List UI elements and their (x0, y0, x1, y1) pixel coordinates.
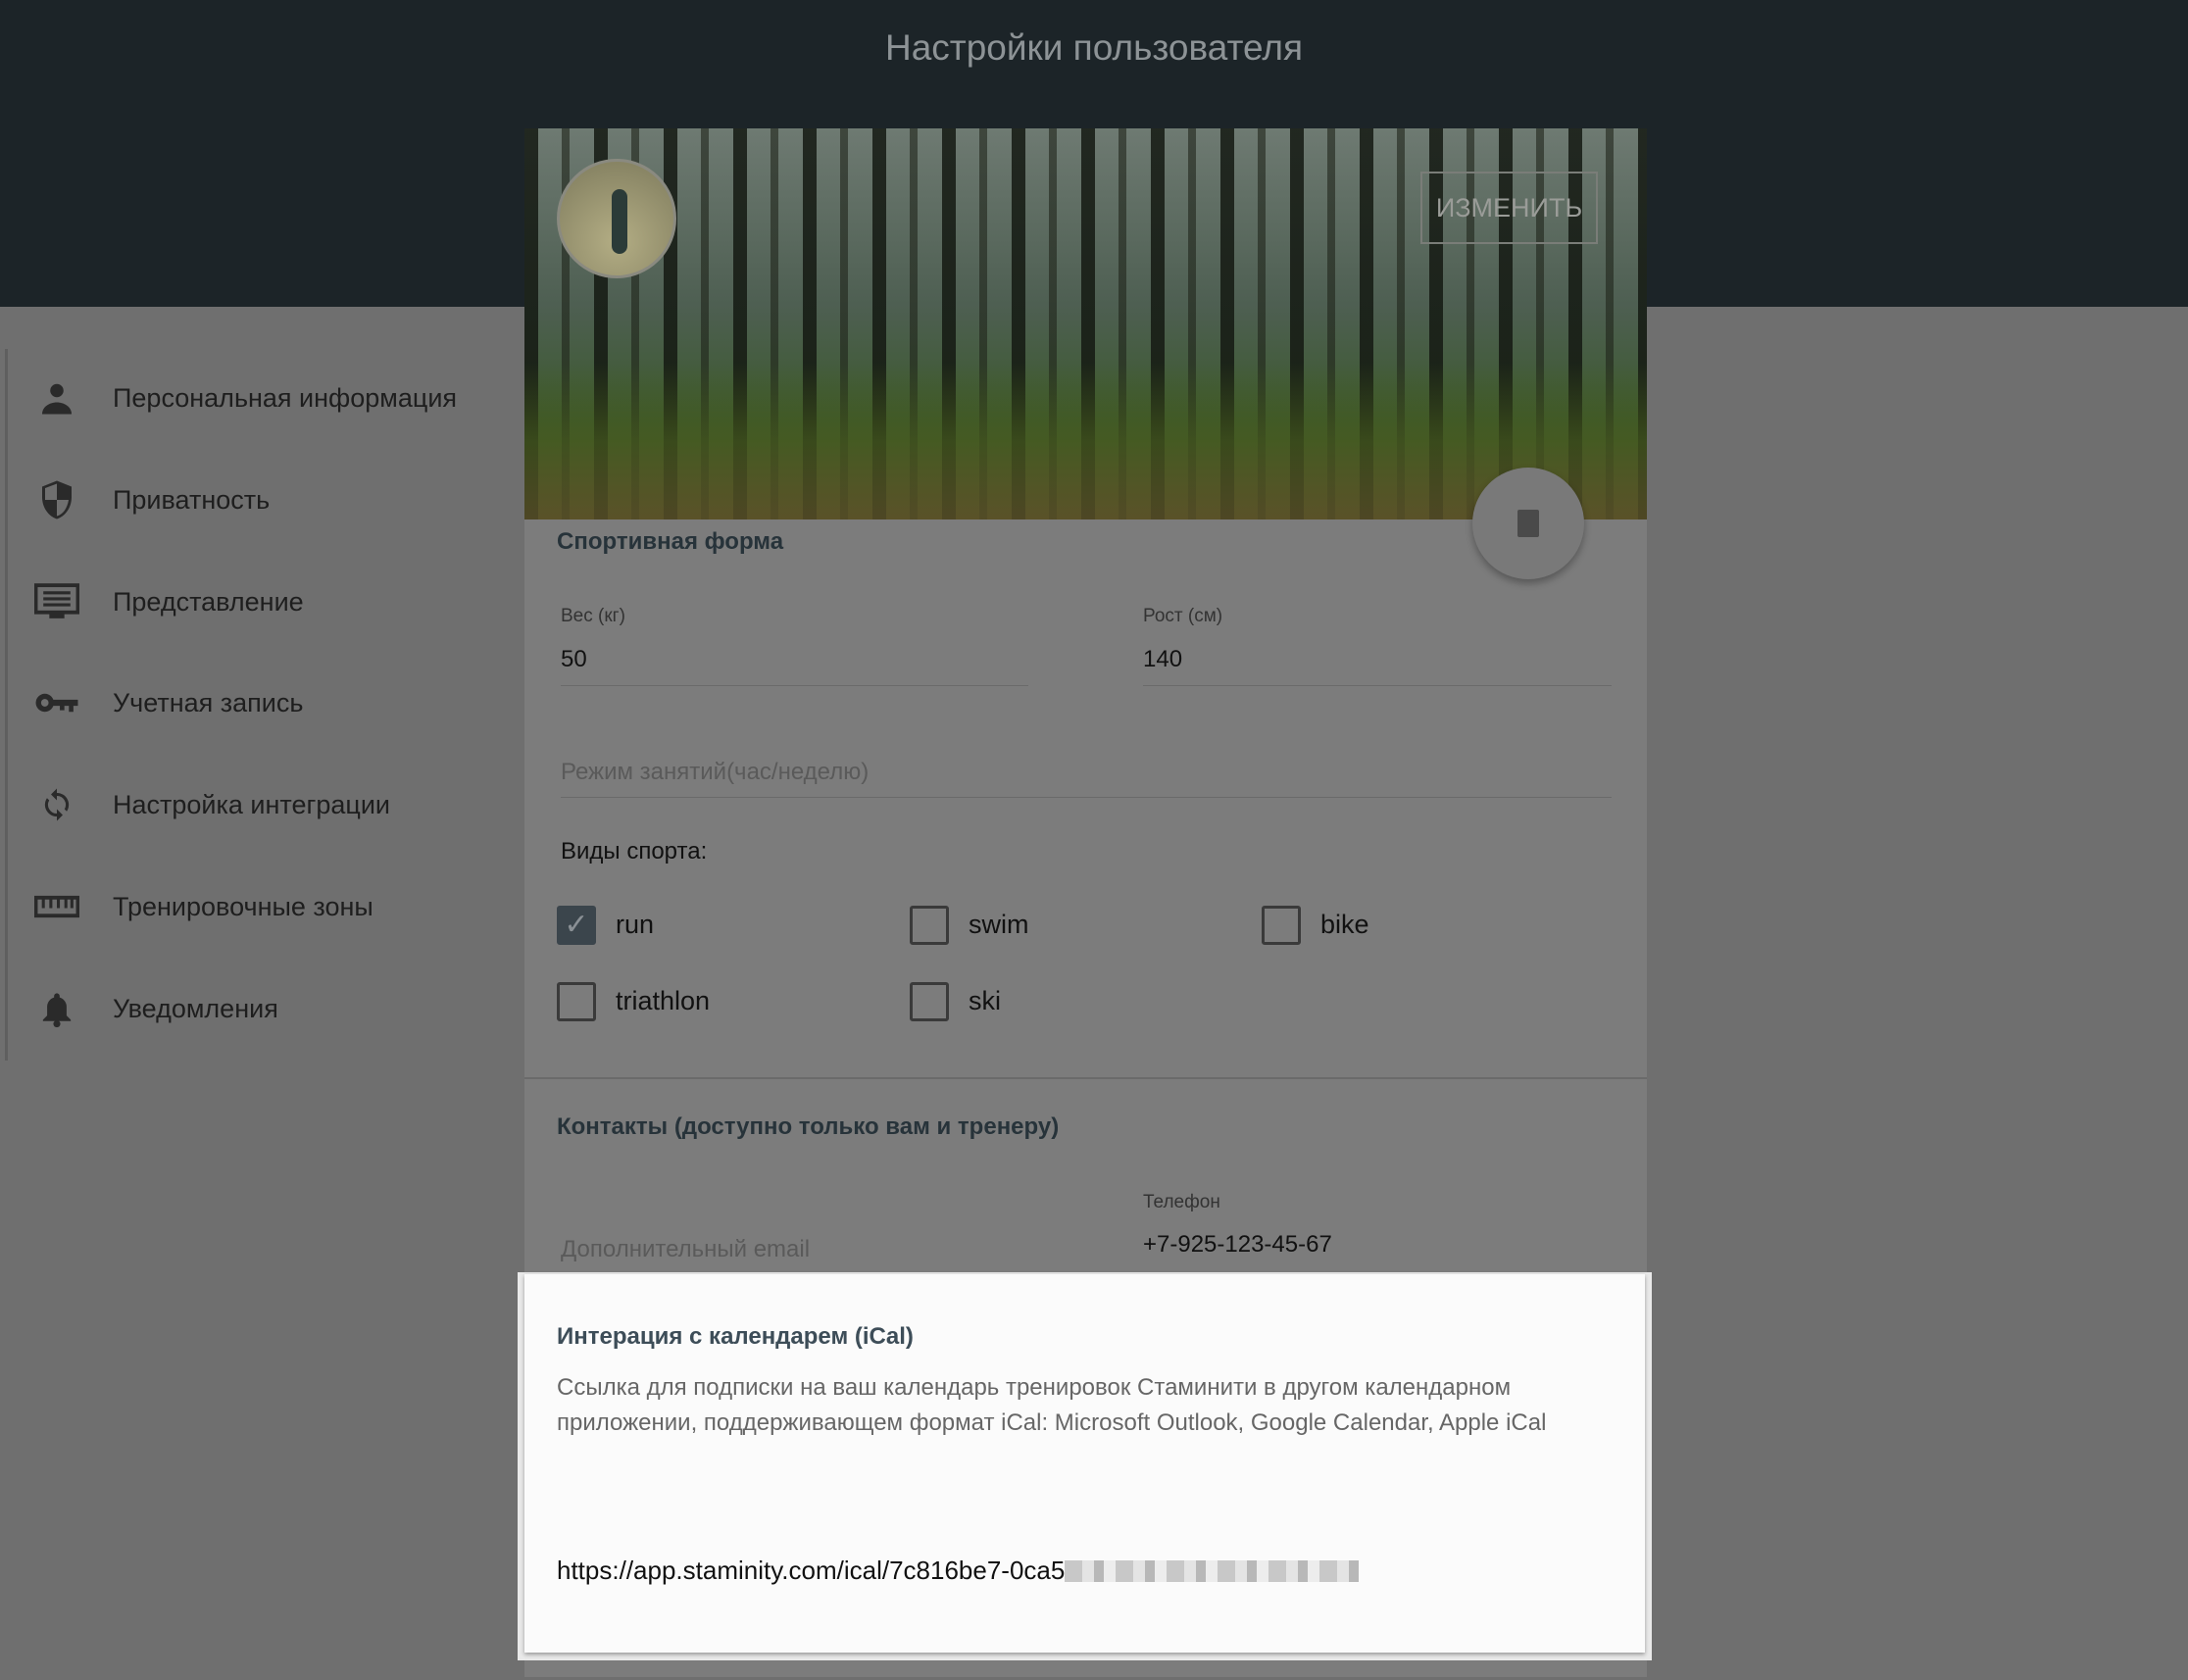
height-field[interactable]: 140 (1143, 646, 1182, 673)
sidebar-item-label: Персональная информация (113, 382, 458, 413)
weight-label: Вес (кг) (561, 606, 625, 626)
sidebar-item-personal[interactable]: Персональная информация (29, 369, 457, 427)
display-icon (29, 582, 84, 621)
sidebar-item-label: Уведомления (113, 993, 278, 1023)
sidebar-item-privacy[interactable]: Приватность (29, 470, 270, 529)
sidebar-item-label: Представление (113, 586, 304, 617)
checkbox-label: swim (969, 910, 1029, 939)
weight-underline (561, 685, 1028, 686)
person-icon (29, 378, 84, 418)
ical-url-text: https://app.staminity.com/ical/7c816be7-… (557, 1556, 1066, 1585)
section-title-contacts: Контакты (доступно только вам и тренеру) (557, 1113, 1060, 1140)
sidebar-item-integration[interactable]: Настройка интеграции (29, 775, 390, 834)
sync-icon (29, 785, 84, 824)
bell-icon (29, 989, 84, 1028)
checkbox-ski[interactable] (910, 982, 949, 1021)
activity-field[interactable]: Режим занятий(час/неделю) (561, 759, 869, 786)
ruler-icon (29, 887, 84, 926)
ical-panel: Интерация с календарем (iCal) Ссылка для… (518, 1272, 1652, 1660)
activity-underline (561, 797, 1612, 798)
shield-icon (29, 480, 84, 519)
weight-field[interactable]: 50 (561, 646, 587, 673)
checkbox-swim[interactable] (910, 906, 949, 945)
checkbox-label: run (616, 910, 655, 939)
sidebar-item-label: Учетная запись (113, 687, 304, 717)
height-label: Рост (см) (1143, 606, 1223, 626)
divider (524, 1077, 1647, 1079)
phone-label: Телефон (1143, 1192, 1220, 1212)
checkbox-label: ski (969, 986, 1001, 1015)
ical-title: Интерация с календарем (iCal) (557, 1323, 914, 1350)
sidebar-item-label: Приватность (113, 484, 271, 515)
edit-cover-button[interactable]: ИЗМЕНИТЬ (1420, 172, 1598, 244)
checkbox-label: triathlon (616, 986, 711, 1015)
sidebar-item-zones[interactable]: Тренировочные зоны (29, 877, 373, 936)
ical-description: Ссылка для подписки на ваш календарь тре… (557, 1374, 1547, 1436)
camera-button[interactable] (1472, 468, 1584, 579)
camera-icon (1517, 510, 1539, 537)
checkbox-label: bike (1320, 910, 1369, 939)
email-field[interactable]: Дополнительный email (561, 1236, 810, 1263)
sidebar-item-notifications[interactable]: Уведомления (29, 979, 278, 1038)
sidebar-border (5, 349, 8, 1061)
height-underline (1143, 685, 1612, 686)
section-title-sport: Спортивная форма (557, 528, 784, 555)
sidebar-item-label: Настройка интеграции (113, 789, 390, 819)
phone-field[interactable]: +7-925-123-45-67 (1143, 1231, 1332, 1259)
sidebar-item-display[interactable]: Представление (29, 572, 304, 631)
sidebar-item-label: Тренировочные зоны (113, 891, 373, 921)
redacted-blur (1065, 1559, 1360, 1582)
avatar[interactable] (557, 159, 676, 278)
sports-label: Виды спорта: (561, 838, 708, 865)
ical-url[interactable]: https://app.staminity.com/ical/7c816be7-… (557, 1556, 1360, 1586)
checkbox-bike[interactable] (1262, 906, 1301, 945)
checkbox-run[interactable]: ✓ (557, 906, 596, 945)
key-icon (29, 683, 84, 722)
page-title: Настройки пользователя (884, 27, 1303, 68)
cover-image: ИЗМЕНИТЬ (524, 128, 1647, 519)
sidebar-item-account[interactable]: Учетная запись (29, 673, 303, 732)
checkbox-triathlon[interactable] (557, 982, 596, 1021)
